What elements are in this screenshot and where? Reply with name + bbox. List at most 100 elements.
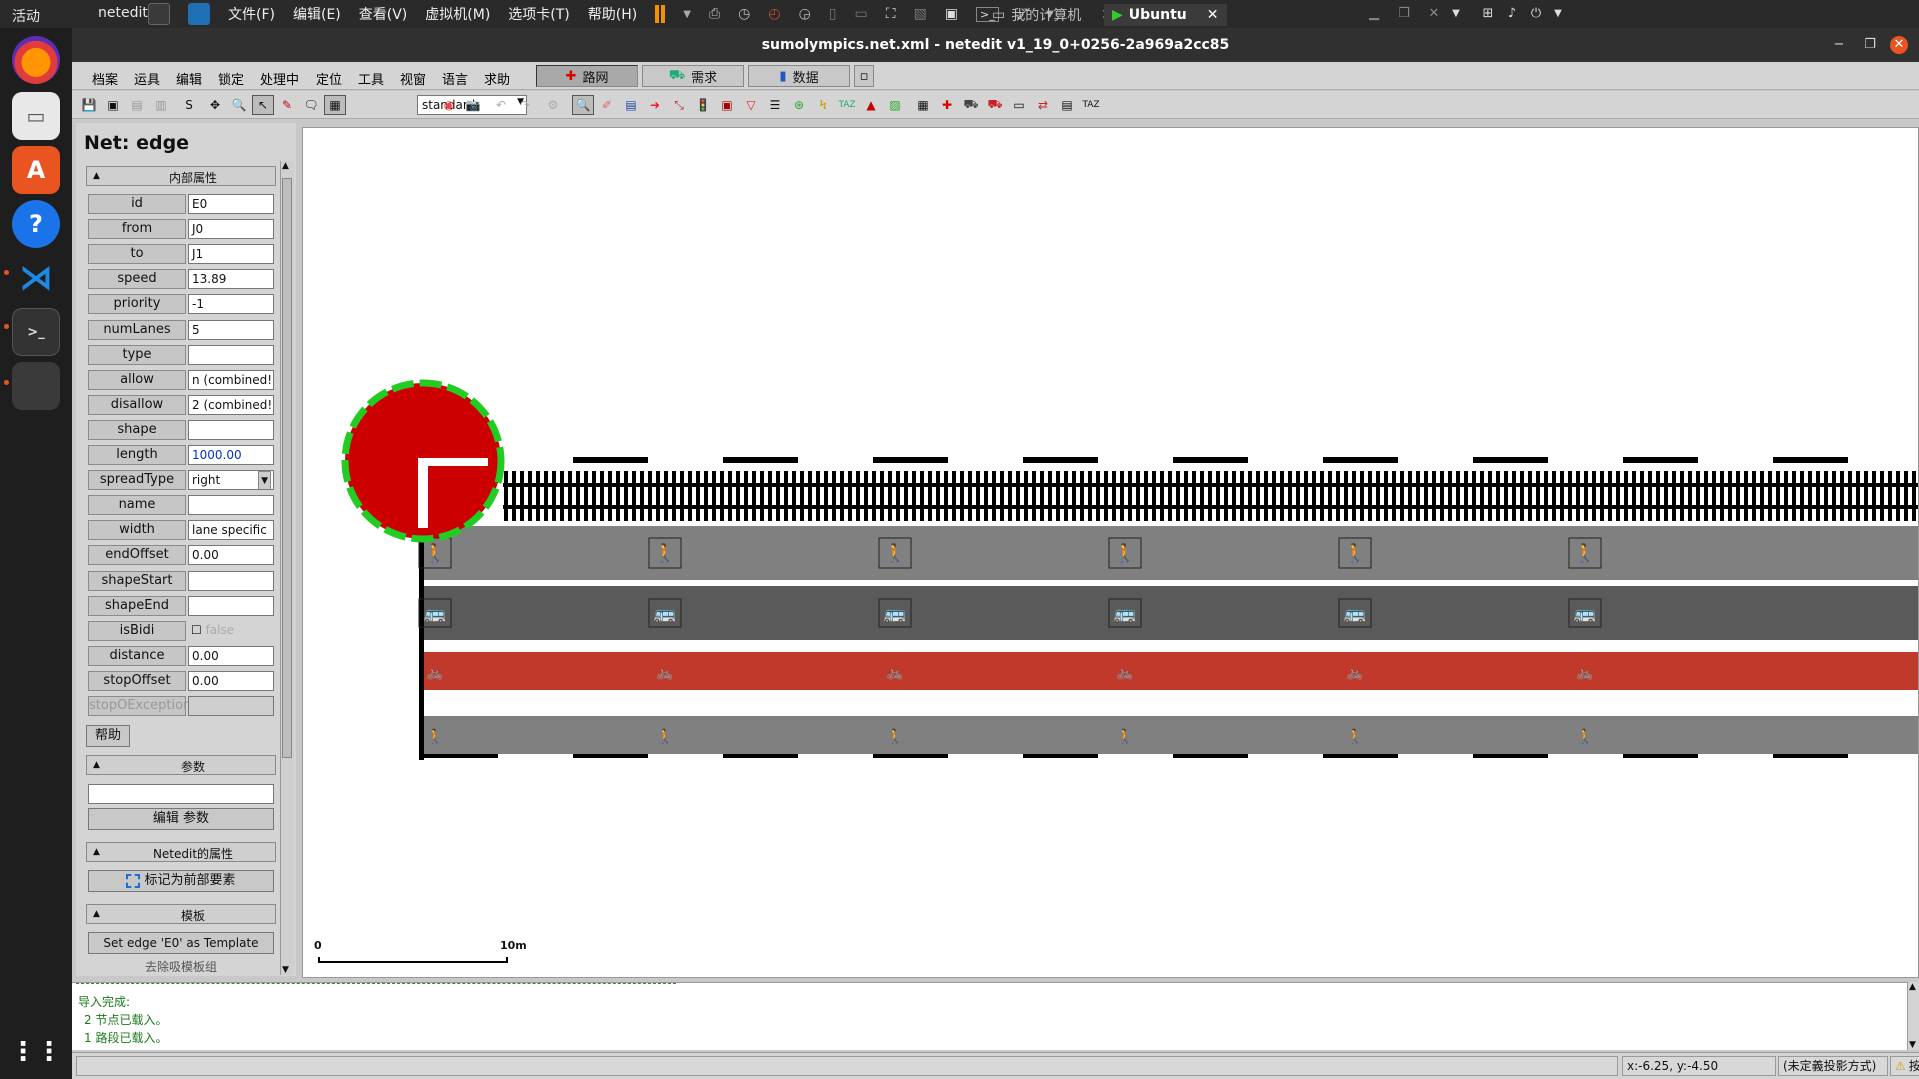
netedit-dock-icon[interactable] bbox=[12, 362, 60, 410]
menu-help[interactable]: 求助 bbox=[484, 69, 510, 88]
minimize-icon[interactable]: ▁ bbox=[1366, 6, 1382, 22]
attr-value-numlanes[interactable]: 5 bbox=[188, 319, 274, 340]
junction-j0[interactable] bbox=[341, 379, 505, 543]
network-icon[interactable]: ⊞ bbox=[1480, 6, 1496, 22]
attr-label-allow[interactable]: allow bbox=[88, 369, 186, 390]
attr-label-from[interactable]: from bbox=[88, 219, 186, 240]
attr-label-shape[interactable]: shape bbox=[88, 419, 186, 440]
screenshot-icon[interactable]: 📷 bbox=[462, 95, 484, 115]
attr-label-disallow[interactable]: disallow bbox=[88, 394, 186, 415]
attr-label-priority[interactable]: priority bbox=[88, 294, 186, 315]
menu-locate[interactable]: 定位 bbox=[316, 69, 342, 88]
terminal-icon[interactable]: >_ bbox=[12, 308, 60, 356]
bus-stop-icon[interactable]: ▭ bbox=[1008, 95, 1030, 115]
attr-label-width[interactable]: width bbox=[88, 520, 186, 541]
activities-button[interactable]: 活动 bbox=[12, 6, 40, 26]
edit-parameters-button[interactable]: 编辑 参数 bbox=[88, 808, 274, 830]
menu-window[interactable]: 视窗 bbox=[400, 69, 426, 88]
thumbnail-icon[interactable]: ▭ bbox=[855, 6, 868, 22]
attr-value-width[interactable]: lane specific bbox=[188, 520, 274, 541]
vm-menu-file[interactable]: 文件(F) bbox=[228, 4, 275, 24]
attr-value-speed[interactable]: 13.89 bbox=[188, 269, 274, 290]
wire-icon[interactable]: Ϟ bbox=[812, 95, 834, 115]
shape-icon[interactable]: ▲ bbox=[860, 95, 882, 115]
move-mode-icon[interactable]: ✥ bbox=[204, 95, 226, 115]
template-header[interactable]: ▲ 模板 bbox=[86, 904, 276, 924]
scroll-up-icon[interactable]: ▲ bbox=[282, 161, 289, 171]
power-icon[interactable]: ⏻ bbox=[1528, 6, 1544, 22]
console-view-icon[interactable]: ▣ bbox=[945, 6, 958, 22]
attr-label-to[interactable]: to bbox=[88, 244, 186, 265]
attr-value-distance[interactable]: 0.00 bbox=[188, 645, 274, 666]
clear-template-button[interactable]: 去除吸模板组 bbox=[88, 958, 274, 972]
menu-tools[interactable]: 工具 bbox=[358, 69, 384, 88]
panel-scroll-thumb[interactable] bbox=[282, 178, 292, 758]
scroll-down-icon[interactable]: ▼ bbox=[1909, 1040, 1916, 1050]
tab-ubuntu[interactable]: ▶ Ubuntu ✕ bbox=[1104, 4, 1227, 26]
attr-value-endoffset[interactable]: 0.00 bbox=[188, 545, 274, 566]
connection-icon[interactable]: ▣ bbox=[716, 95, 738, 115]
junction-icon[interactable]: ✚ bbox=[936, 95, 958, 115]
collapse-icon[interactable]: ▲ bbox=[93, 909, 100, 919]
delete-icon[interactable]: ✐ bbox=[596, 95, 618, 115]
attr-value-to[interactable]: J1 bbox=[188, 244, 274, 265]
mode-network-button[interactable]: ✚ 路网 bbox=[536, 65, 638, 87]
scroll-down-icon[interactable]: ▼ bbox=[282, 965, 289, 975]
bike-lane[interactable] bbox=[423, 652, 1919, 690]
close-icon[interactable]: ✕ bbox=[1890, 36, 1908, 54]
app-menu[interactable]: netedit bbox=[98, 5, 148, 21]
attr-label-type[interactable]: type bbox=[88, 344, 186, 365]
menu-processing[interactable]: 处理中 bbox=[260, 69, 299, 88]
collapse-icon[interactable]: ▲ bbox=[93, 760, 100, 770]
prohibition-icon[interactable]: ▽ bbox=[740, 95, 762, 115]
search-hint[interactable]: ⚠ 按F5搜搜 bbox=[1890, 1056, 1919, 1076]
chevron-down-icon[interactable]: ▼ bbox=[1448, 6, 1464, 22]
save-all-icon[interactable]: ▣ bbox=[102, 95, 124, 115]
taz-relation-icon[interactable]: TAZ bbox=[1080, 95, 1102, 115]
delete-mode-icon[interactable]: ✎ bbox=[276, 95, 298, 115]
attr-value-length[interactable]: 1000.00 bbox=[188, 445, 274, 465]
attr-value-spreadtype[interactable]: right ▼ bbox=[188, 470, 274, 491]
vscode-icon[interactable]: ⋊ bbox=[12, 254, 60, 302]
menu-file[interactable]: 档案 bbox=[92, 69, 118, 88]
attr-value-type[interactable] bbox=[188, 344, 274, 365]
send-keys-icon[interactable]: ⎙ bbox=[709, 6, 720, 22]
traffic-light-icon[interactable]: 🚦 bbox=[692, 95, 714, 115]
select-icon[interactable]: ▤ bbox=[620, 95, 642, 115]
network-view[interactable]: 🚶 🚶 🚶 🚶 🚶 🚶 🚌 🚌 🚌 🚌 🚌 🚌 🚲 🚲 🚲 🚲 🚲 🚲 🚶 🚶 🚶 🚶 🚶 🚶 bbox=[303, 128, 1919, 978]
decal-icon[interactable]: ▨ bbox=[884, 95, 906, 115]
vm-menu-vm[interactable]: 虚拟机(M) bbox=[425, 4, 490, 24]
attr-value-shapeend[interactable] bbox=[188, 595, 274, 616]
snapshot-icon[interactable]: ◷ bbox=[738, 6, 750, 22]
save-additional-icon[interactable]: ▤ bbox=[126, 95, 148, 115]
empty-lane[interactable] bbox=[423, 694, 1919, 714]
redo-icon[interactable]: ↷ bbox=[514, 95, 536, 115]
attr-label-numlanes[interactable]: numLanes bbox=[88, 319, 186, 340]
close-icon[interactable]: ✕ bbox=[1426, 6, 1442, 22]
attr-label-name[interactable]: name bbox=[88, 495, 186, 516]
volume-icon[interactable]: ♪ bbox=[1504, 6, 1520, 22]
snapshot-manager-icon[interactable]: ◶ bbox=[799, 6, 811, 22]
internal-attributes-header[interactable]: ▲ 内部属性 bbox=[86, 166, 276, 186]
mode-data-button[interactable]: ▮ 数据 bbox=[748, 65, 850, 87]
window-toggle-button[interactable]: ▫ bbox=[854, 65, 874, 87]
attr-value-name[interactable] bbox=[188, 495, 274, 516]
select-mode-icon[interactable]: ↖ bbox=[252, 95, 274, 115]
pin-icon[interactable] bbox=[148, 3, 170, 25]
collapse-icon[interactable]: ▲ bbox=[93, 847, 100, 857]
chevron-down-icon[interactable]: ▼ bbox=[683, 9, 691, 20]
attr-label-spreadtype[interactable]: spreadType bbox=[88, 470, 186, 491]
attr-label-shapestart[interactable]: shapeStart bbox=[88, 570, 186, 591]
help-icon[interactable]: ? bbox=[12, 200, 60, 248]
attr-value-shape[interactable] bbox=[188, 419, 274, 440]
menu-modes[interactable]: 运具 bbox=[134, 69, 160, 88]
firefox-icon[interactable] bbox=[12, 36, 60, 84]
message-scrollbar[interactable]: ▲ ▼ bbox=[1907, 982, 1919, 1050]
attr-value-id[interactable]: E0 bbox=[188, 194, 274, 214]
inspect-icon[interactable]: 🔍 bbox=[572, 95, 594, 115]
attr-label-stopoexception[interactable]: stopOException bbox=[88, 696, 191, 716]
close-icon[interactable]: ✕ bbox=[1207, 7, 1219, 23]
parameters-field[interactable] bbox=[88, 784, 274, 804]
mark-front-element-button[interactable]: 标记为前部要素 bbox=[88, 870, 274, 892]
show-apps-icon[interactable]: ⋮⋮ bbox=[10, 1028, 62, 1076]
